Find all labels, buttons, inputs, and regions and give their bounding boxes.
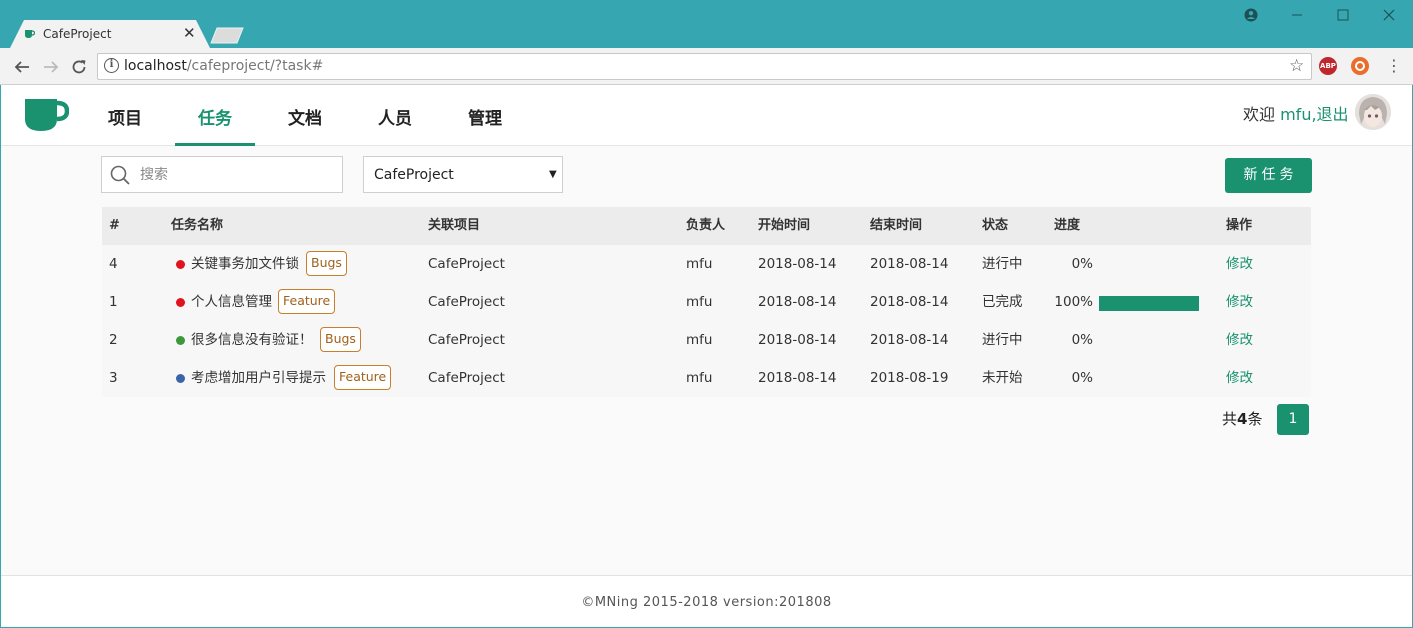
cell-status: 未开始 [982,370,1023,386]
new-task-button[interactable]: 新任务 [1225,158,1312,193]
app-header: 项目 任务 文档 人员 管理 欢迎 mfu,退出 [1,85,1412,146]
page-content: 项目 任务 文档 人员 管理 欢迎 mfu,退出 CafeProject ▼ 新… [1,85,1412,627]
tag-badge: Bugs [320,327,361,352]
priority-dot [176,336,185,345]
back-arrow-icon[interactable] [11,56,33,78]
cell-status: 已完成 [982,294,1023,310]
tab-title: CafeProject [43,27,112,41]
task-name-link[interactable]: 很多信息没有验证！ [191,321,313,359]
logout-link[interactable]: 退出 [1317,105,1349,124]
nav-item-tasks[interactable]: 任务 [175,85,255,146]
cell-start: 2018-08-14 [758,294,837,310]
cell-project: CafeProject [428,294,505,310]
cell-start: 2018-08-14 [758,370,837,386]
cell-owner: mfu [686,256,713,272]
priority-dot [176,374,185,383]
cell-owner: mfu [686,332,713,348]
edit-link[interactable]: 修改 [1226,283,1253,321]
close-window-icon[interactable] [1375,5,1403,25]
cell-owner: mfu [686,370,713,386]
total-count-text: 共4条 [1222,410,1263,428]
edit-link[interactable]: 修改 [1226,245,1253,283]
cell-project: CafeProject [428,370,505,386]
reload-icon[interactable] [68,56,90,78]
cell-id: 4 [109,256,118,272]
cell-id: 3 [109,370,118,386]
welcome-text: 欢迎 mfu,退出 [1243,105,1349,124]
pagination-page-1[interactable]: 1 [1277,404,1309,435]
cell-end: 2018-08-14 [870,256,949,272]
search-icon [110,165,130,185]
tag-badge: Feature [278,289,336,314]
cell-owner: mfu [686,294,713,310]
info-icon[interactable]: i [104,58,119,73]
header-action: 操作 [1226,218,1253,233]
profile-icon[interactable] [1237,5,1265,25]
footer-copyright: ©MNing 2015-2018 version:201808 [581,595,832,610]
search-box[interactable] [101,156,343,193]
edit-link[interactable]: 修改 [1226,359,1253,397]
extension-icon[interactable] [1351,57,1369,75]
cell-id: 1 [109,294,118,310]
table-header: # 任务名称 关联项目 负责人 开始时间 结束时间 状态 进度 操作 [102,207,1311,245]
cell-progress-label: 0% [1071,370,1093,386]
cell-end: 2018-08-14 [870,294,949,310]
priority-dot [176,298,185,307]
footer: ©MNing 2015-2018 version:201808 [1,575,1412,627]
cell-start: 2018-08-14 [758,256,837,272]
minimize-icon[interactable] [1283,5,1311,25]
cell-end: 2018-08-19 [870,370,949,386]
header-owner: 负责人 [686,218,726,233]
header-task-name: 任务名称 [171,218,224,233]
task-name-link[interactable]: 关键事务加文件锁 [191,245,299,283]
address-url[interactable]: localhost/cafeproject/?task# [124,57,323,75]
bookmark-star-icon[interactable]: ☆ [1289,55,1304,77]
cell-status: 进行中 [982,256,1023,272]
adblock-extension-icon[interactable]: ABP [1319,57,1337,75]
table-row: 2 很多信息没有验证！ Bugs CafeProject mfu 2018-08… [102,321,1311,359]
cell-start: 2018-08-14 [758,332,837,348]
cell-end: 2018-08-14 [870,332,949,348]
project-select[interactable]: CafeProject ▼ [363,156,563,193]
nav-item-admin[interactable]: 管理 [445,85,525,146]
table-row: 3 考虑增加用户引导提示 Feature CafeProject mfu 201… [102,359,1311,397]
new-tab-button[interactable] [210,27,244,44]
cell-status: 进行中 [982,332,1023,348]
caret-down-icon: ▼ [549,169,557,180]
cell-progress-label: 0% [1071,332,1093,348]
progress-bar [1099,296,1199,311]
header-start: 开始时间 [758,218,811,233]
nav-item-projects[interactable]: 项目 [85,85,165,146]
avatar[interactable] [1355,94,1391,130]
cafe-cup-logo[interactable] [23,97,69,133]
project-select-value: CafeProject [374,167,454,183]
tag-badge: Bugs [306,251,347,276]
header-end: 结束时间 [870,218,923,233]
browser-menu-icon[interactable]: ⋮ [1386,55,1402,77]
header-id: # [109,218,120,233]
header-project: 关联项目 [428,218,481,233]
tab-close-icon[interactable]: ✕ [183,24,196,42]
cup-favicon-icon [25,30,35,38]
tag-badge: Feature [334,365,392,390]
table-row: 4 关键事务加文件锁 Bugs CafeProject mfu 2018-08-… [102,245,1311,283]
task-name-link[interactable]: 考虑增加用户引导提示 [191,359,326,397]
username[interactable]: mfu [1280,105,1311,124]
priority-dot [176,260,185,269]
maximize-icon[interactable] [1329,5,1357,25]
nav-item-members[interactable]: 人员 [355,85,435,146]
cell-progress-label: 0% [1071,256,1093,272]
header-progress: 进度 [1054,218,1081,233]
forward-arrow-icon[interactable] [40,56,62,78]
header-status: 状态 [982,218,1009,233]
cell-project: CafeProject [428,332,505,348]
cell-progress-label: 100% [1054,294,1093,310]
nav-item-docs[interactable]: 文档 [265,85,345,146]
task-name-link[interactable]: 个人信息管理 [191,283,272,321]
search-input[interactable] [140,163,335,187]
cell-project: CafeProject [428,256,505,272]
edit-link[interactable]: 修改 [1226,321,1253,359]
cell-id: 2 [109,332,118,348]
table-row: 1 个人信息管理 Feature CafeProject mfu 2018-08… [102,283,1311,321]
